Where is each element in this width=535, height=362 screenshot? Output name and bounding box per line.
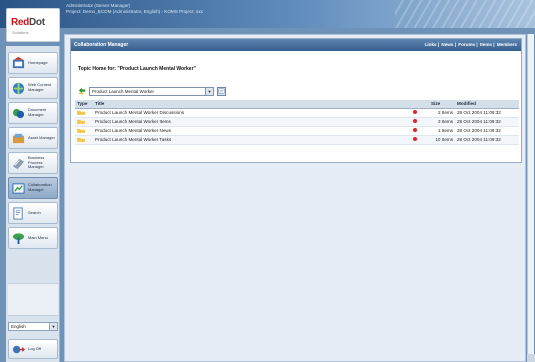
title-cell[interactable]: Product Launch Mental Worker Tasks <box>93 135 411 145</box>
up-folder-icon[interactable] <box>78 87 86 95</box>
nav-asset-label: Asset Manager <box>28 134 55 140</box>
size-cell: 2 Items <box>429 108 455 118</box>
nav-empty-area <box>8 283 58 316</box>
col-modified-header[interactable]: Modified <box>455 100 519 109</box>
title-cell[interactable]: Product Launch Mental Worker News <box>93 126 411 136</box>
go-button-icon[interactable] <box>217 86 226 96</box>
folder-icon <box>77 128 85 133</box>
col-size-header[interactable]: Size <box>429 100 455 109</box>
top-header-bar: Administrator (Server Manager) Project: … <box>0 0 535 28</box>
home-icon <box>12 56 25 68</box>
col-title-header[interactable]: Title <box>93 100 411 109</box>
col-type-header[interactable]: Type <box>75 100 93 109</box>
nav-search-label: Search <box>28 209 41 215</box>
alert-dot-icon <box>413 137 417 141</box>
nav-asset-manager[interactable]: Asset Manager <box>8 127 58 149</box>
panel-title: Collaboration Manager <box>74 42 129 48</box>
topic-title: Topic Home for: "Product Launch Mental W… <box>78 66 196 72</box>
alert-dot-icon <box>413 128 417 132</box>
session-project: Project: Demo_BCOM (Administrator, Engli… <box>66 9 203 14</box>
size-cell: 10 Items <box>429 135 455 145</box>
logo-wordmark: RedDot <box>11 17 45 28</box>
folder-select-value: Product Launch Mental Worker <box>92 88 154 94</box>
web-content-icon <box>12 82 25 94</box>
nav-main-menu-label: Main Menu <box>28 234 48 240</box>
nav-search[interactable]: Search <box>8 202 58 224</box>
language-value: English <box>11 324 26 329</box>
modified-cell: 28 Oct 2004 11:09:32 <box>455 135 519 145</box>
nav-process-label: Business Process Manager <box>28 154 45 170</box>
flag-cell <box>411 135 429 145</box>
nav-document-manager[interactable]: Document Manager <box>8 102 58 124</box>
panel-header: Collaboration Manager Links | News | For… <box>71 39 521 51</box>
tab-links[interactable]: Links <box>425 42 437 47</box>
main-menu-icon <box>12 232 25 244</box>
folder-select[interactable]: Product Launch Mental Worker ▼ <box>89 86 214 96</box>
modified-cell: 28 Oct 2004 11:09:32 <box>455 108 519 118</box>
modified-cell: 28 Oct 2004 11:09:32 <box>455 126 519 136</box>
nav-web-content-manager[interactable]: Web Content Manager <box>8 77 58 99</box>
topic-items-table: Type Title Size Modified Product Launch … <box>75 100 519 145</box>
nav-business-process-manager[interactable]: Business Process Manager <box>8 152 58 174</box>
table-header-row: Type Title Size Modified <box>75 100 519 109</box>
nav-collaboration-manager[interactable]: Collaboration Manager <box>8 177 58 199</box>
type-cell <box>75 135 93 145</box>
table-row[interactable]: Product Launch Mental Worker Discussions… <box>75 108 519 118</box>
nav-web-content-label: Web Content Manager <box>28 82 52 92</box>
main-panel: Collaboration Manager Links | News | For… <box>64 34 526 362</box>
table-row[interactable]: Product Launch Mental Worker News 1 Item… <box>75 126 519 136</box>
nav-homepage-label: Homepage <box>28 59 48 65</box>
alert-dot-icon <box>413 119 417 123</box>
logoff-label: Log Off <box>28 345 42 351</box>
flag-cell <box>411 108 429 118</box>
type-cell <box>75 117 93 127</box>
collaboration-panel: Collaboration Manager Links | News | For… <box>70 38 522 163</box>
left-navigation: Homepage Web Content Manager Document Ma… <box>6 46 60 362</box>
size-cell: 1 Items <box>429 126 455 136</box>
reddot-logo: RedDot Solutions <box>6 8 60 42</box>
col-flag-header <box>411 100 429 109</box>
document-icon <box>12 108 25 118</box>
nav-homepage[interactable]: Homepage <box>8 52 58 74</box>
logo-dark-text: Dot <box>29 17 45 28</box>
vertical-scrollbar[interactable] <box>527 34 534 360</box>
search-icon <box>13 206 23 220</box>
logo-subtitle: Solutions <box>12 30 29 35</box>
logo-red-text: Red <box>11 17 29 28</box>
modified-cell: 28 Oct 2004 11:09:32 <box>455 117 519 127</box>
tab-members[interactable]: Members <box>497 42 517 47</box>
chevron-down-icon[interactable]: ▼ <box>205 87 213 95</box>
folder-icon <box>77 137 85 142</box>
folder-icon <box>77 119 85 124</box>
tab-forums[interactable]: Forums <box>458 42 475 47</box>
nav-document-label: Document Manager <box>28 107 47 117</box>
nav-main-menu[interactable]: Main Menu <box>8 227 58 249</box>
title-cell[interactable]: Product Launch Mental Worker Discussions <box>93 108 411 118</box>
table-row[interactable]: Product Launch Mental Worker Items 3 Ite… <box>75 117 519 127</box>
logoff-icon <box>12 345 25 353</box>
alert-dot-icon <box>413 110 417 114</box>
logoff-button[interactable]: Log Off <box>8 339 58 359</box>
language-select[interactable]: English ▼ <box>8 322 58 331</box>
header-decoration <box>395 0 535 28</box>
chevron-down-icon[interactable]: ▼ <box>49 323 57 330</box>
tab-news[interactable]: News <box>441 42 453 47</box>
asset-icon <box>12 133 25 143</box>
resize-corner <box>527 354 535 362</box>
size-cell: 3 Items <box>429 117 455 127</box>
type-cell <box>75 108 93 118</box>
collaboration-icon <box>12 182 25 194</box>
title-cell[interactable]: Product Launch Mental Worker Items <box>93 117 411 127</box>
tab-items[interactable]: Items <box>480 42 492 47</box>
process-icon <box>12 158 25 169</box>
folder-navigation: Product Launch Mental Worker ▼ <box>78 86 226 96</box>
type-cell <box>75 126 93 136</box>
table-row[interactable]: Product Launch Mental Worker Tasks 10 It… <box>75 135 519 145</box>
flag-cell <box>411 126 429 136</box>
session-info: Administrator (Server Manager) Project: … <box>66 3 203 15</box>
panel-tabs: Links | News | Forums | Items | Members <box>424 42 517 47</box>
flag-cell <box>411 117 429 127</box>
folder-icon <box>77 110 85 115</box>
nav-collaboration-label: Collaboration Manager <box>28 182 52 192</box>
